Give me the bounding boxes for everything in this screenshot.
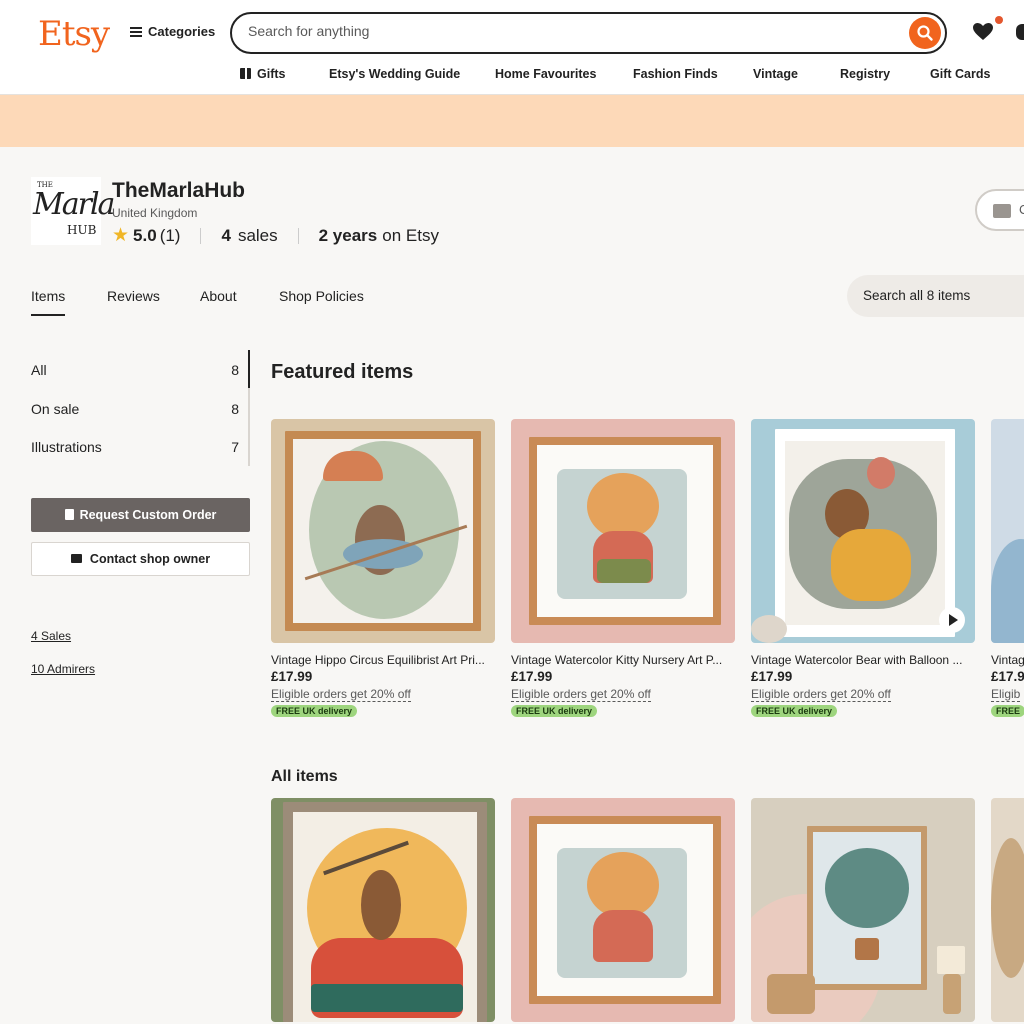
- item-title[interactable]: Vintage Watercolor Kitty Nursery Art P..…: [511, 653, 735, 667]
- search-bar: [230, 12, 947, 54]
- shop-stats: ★ 5.0 (1) 4 sales 2 years on Etsy: [112, 224, 439, 247]
- sidebar-item-all[interactable]: All 8: [31, 362, 239, 378]
- tab-items[interactable]: Items: [31, 288, 65, 304]
- nav-gift-cards[interactable]: Gift Cards: [930, 67, 990, 81]
- shop-rating: 5.0: [133, 225, 157, 245]
- admirers-link[interactable]: 10 Admirers: [31, 662, 95, 676]
- nav-wedding-guide[interactable]: Etsy's Wedding Guide: [329, 67, 460, 81]
- tab-shop-policies[interactable]: Shop Policies: [279, 288, 364, 304]
- item-image[interactable]: [991, 419, 1024, 643]
- notification-dot: [995, 16, 1003, 24]
- item-image[interactable]: [271, 419, 495, 643]
- free-delivery-badge: FREE: [991, 705, 1024, 717]
- gift-icon: [240, 68, 251, 79]
- etsy-logo[interactable]: Etsy: [38, 14, 110, 54]
- rating-count[interactable]: (1): [160, 226, 181, 246]
- item-price: £17.9: [991, 669, 1024, 684]
- nav-home-favourites[interactable]: Home Favourites: [495, 67, 596, 81]
- chat-icon: [70, 554, 82, 563]
- favorites-heart-icon[interactable]: [972, 22, 994, 42]
- item-image[interactable]: [751, 419, 975, 643]
- search-button[interactable]: [909, 17, 941, 49]
- item-price: £17.99: [751, 669, 793, 684]
- clipboard-icon: [64, 509, 74, 520]
- all-items-heading: All items: [271, 768, 338, 785]
- site-header: Etsy Categories Gifts Etsy's Wedding Gui…: [0, 0, 1024, 95]
- divider: [297, 227, 299, 244]
- menu-icon: [130, 26, 142, 37]
- item-promo[interactable]: Eligible orders get 20% off: [751, 688, 891, 702]
- years-on-etsy: 2 years: [318, 225, 378, 245]
- item-image[interactable]: [511, 798, 735, 1022]
- item-promo[interactable]: Eligible orders get 20% off: [511, 688, 651, 702]
- item-price: £17.99: [511, 669, 553, 684]
- item-image[interactable]: [271, 798, 495, 1022]
- sales-link[interactable]: 4 Sales: [31, 629, 71, 643]
- shop-search-input[interactable]: Search all 8 items: [847, 275, 1024, 317]
- divider: [200, 227, 202, 244]
- nav-fashion-finds[interactable]: Fashion Finds: [633, 67, 718, 81]
- search-input[interactable]: [248, 23, 888, 39]
- free-delivery-badge: FREE UK delivery: [271, 705, 358, 717]
- play-video-icon[interactable]: [939, 607, 965, 633]
- free-delivery-badge: FREE UK delivery: [751, 705, 838, 717]
- item-promo[interactable]: Eligible orders get 20% off: [271, 688, 411, 702]
- tab-about[interactable]: About: [200, 288, 237, 304]
- item-price: £17.99: [271, 669, 313, 684]
- free-delivery-badge: FREE UK delivery: [511, 705, 598, 717]
- item-image[interactable]: [991, 798, 1024, 1022]
- promo-banner: [0, 95, 1024, 147]
- item-title[interactable]: Vintag: [991, 653, 1024, 667]
- sales-count: 4: [221, 225, 231, 245]
- item-title[interactable]: Vintage Watercolor Bear with Balloon ...: [751, 653, 975, 667]
- tab-reviews[interactable]: Reviews: [107, 288, 160, 304]
- categories-label: Categories: [148, 24, 216, 39]
- item-image[interactable]: [511, 419, 735, 643]
- message-shop-button[interactable]: C: [975, 189, 1024, 231]
- nav-vintage[interactable]: Vintage: [753, 67, 798, 81]
- featured-item-card[interactable]: Vintag £17.9 Eligib FREE: [991, 419, 1024, 729]
- categories-button[interactable]: Categories: [130, 24, 215, 39]
- sidebar-item-illustrations[interactable]: Illustrations 7: [31, 439, 239, 455]
- featured-items-heading: Featured items: [271, 361, 414, 383]
- search-icon: [917, 25, 933, 41]
- nav-registry[interactable]: Registry: [840, 67, 890, 81]
- item-image[interactable]: [751, 798, 975, 1022]
- chat-icon: [993, 204, 1011, 218]
- contact-shop-owner-button[interactable]: Contact shop owner: [31, 542, 250, 576]
- shop-logo: THE Marla HUB: [31, 177, 115, 245]
- sidebar-indicator: [248, 350, 250, 466]
- request-custom-order-button[interactable]: Request Custom Order: [31, 498, 250, 532]
- account-icon[interactable]: [1016, 24, 1024, 40]
- active-tab-indicator: [31, 314, 65, 316]
- years-suffix: on Etsy: [382, 225, 439, 245]
- item-card[interactable]: [991, 798, 1024, 1022]
- sidebar-item-on-sale[interactable]: On sale 8: [31, 401, 239, 417]
- star-icon: ★: [112, 225, 130, 246]
- sales-label: sales: [237, 225, 278, 245]
- shop-name: TheMarlaHub: [112, 179, 246, 202]
- nav-gifts[interactable]: Gifts: [240, 67, 285, 81]
- shop-location: United Kingdom: [112, 206, 198, 220]
- item-promo[interactable]: Eligib: [991, 688, 1021, 702]
- item-title[interactable]: Vintage Hippo Circus Equilibrist Art Pri…: [271, 653, 495, 667]
